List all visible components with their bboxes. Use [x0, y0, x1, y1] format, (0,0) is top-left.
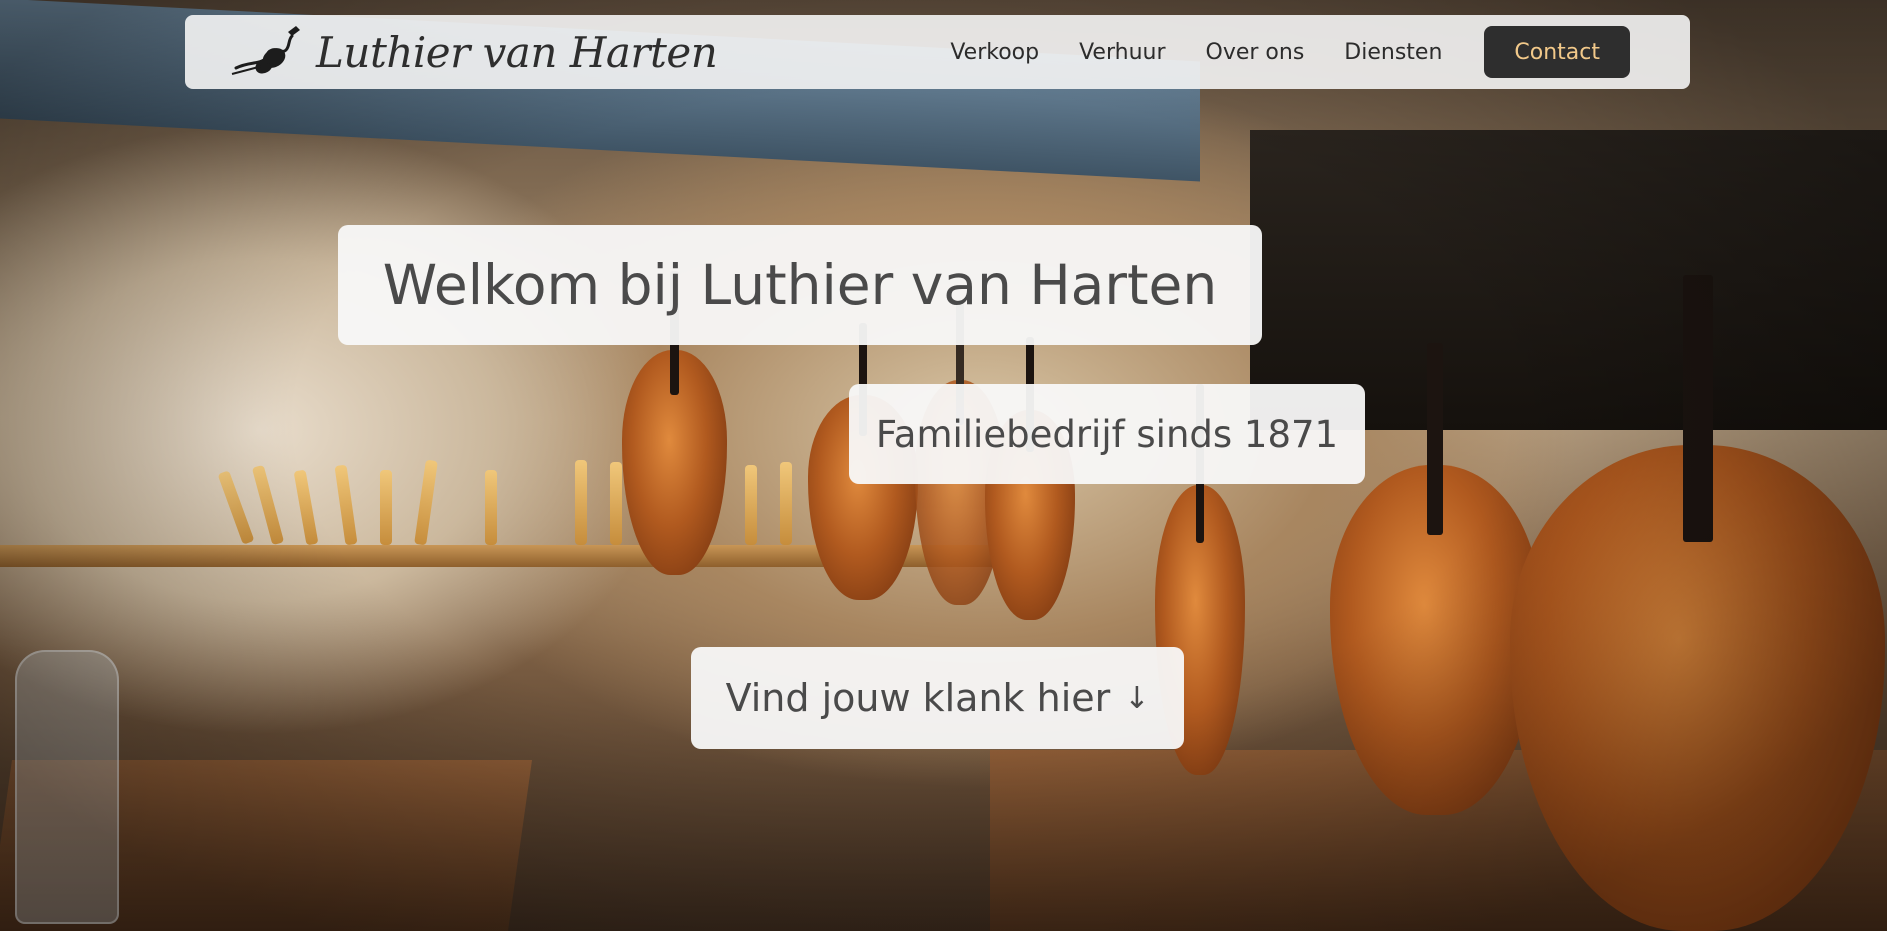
nav-links: Verkoop Verhuur Over ons Diensten Contac… [950, 26, 1630, 78]
top-navbar: Luthier van Harten Verkoop Verhuur Over … [185, 15, 1690, 89]
brand-logo-link[interactable]: Luthier van Harten [230, 24, 718, 80]
cta-button[interactable]: Vind jouw klank hier ↓ [691, 647, 1184, 749]
hero-title-card: Welkom bij Luthier van Harten [338, 225, 1262, 345]
violin-icon [231, 26, 300, 75]
arrow-down-icon: ↓ [1124, 680, 1150, 716]
hero-tagline-card: Familiebedrijf sinds 1871 [849, 384, 1365, 484]
hero-tagline: Familiebedrijf sinds 1871 [875, 412, 1339, 456]
brand-name: Luthier van Harten [316, 27, 718, 77]
contact-button[interactable]: Contact [1484, 26, 1630, 78]
nav-link-verhuur[interactable]: Verhuur [1079, 40, 1165, 65]
nav-link-verkoop[interactable]: Verkoop [950, 40, 1039, 65]
nav-link-over-ons[interactable]: Over ons [1206, 40, 1305, 65]
nav-link-diensten[interactable]: Diensten [1344, 40, 1442, 65]
hero-title: Welkom bij Luthier van Harten [382, 253, 1218, 317]
cta-label: Vind jouw klank hier [725, 676, 1111, 720]
